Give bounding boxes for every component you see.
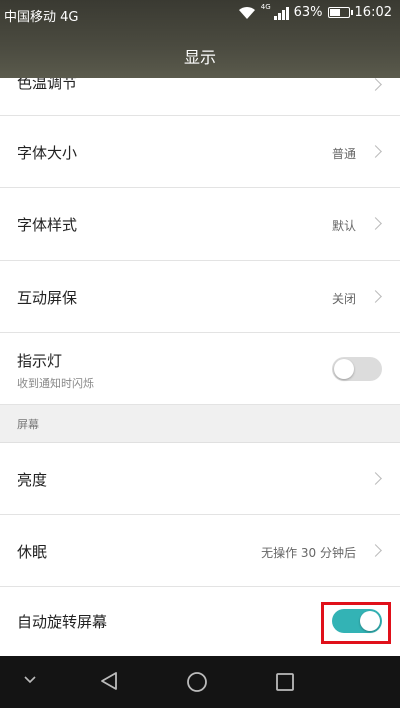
row-indicator-light[interactable]: 指示灯 收到通知时闪烁 (0, 333, 400, 405)
wifi-icon (238, 6, 255, 19)
row-label: 亮度 (17, 471, 48, 489)
chevron-right-icon (369, 78, 382, 91)
row-value: 默认 (331, 219, 356, 233)
row-label: 字体大小 (17, 144, 78, 162)
row-sublabel: 收到通知时闪烁 (17, 377, 94, 390)
row-value: 无操作 30 分钟后 (261, 546, 356, 560)
status-indicators: 4G 63% 16:02 (238, 2, 392, 20)
row-value: 普通 (331, 147, 356, 161)
battery-fill (329, 9, 341, 16)
clock: 16:02 (354, 5, 392, 20)
carrier-label: 中国移动 4G (4, 10, 79, 25)
chevron-right-icon (369, 472, 382, 485)
row-label: 色温调节 (17, 78, 78, 92)
battery-percent: 63% (293, 5, 323, 20)
row-sleep[interactable]: 休眠 无操作 30 分钟后 (0, 515, 400, 587)
indicator-light-toggle[interactable] (332, 357, 382, 381)
navigation-bar (0, 656, 400, 708)
row-font-size[interactable]: 字体大小 普通 (0, 116, 400, 188)
row-auto-rotate[interactable]: 自动旋转屏幕 (0, 587, 400, 656)
chevron-right-icon (369, 145, 382, 158)
battery-icon (327, 7, 353, 18)
recents-icon[interactable] (274, 671, 296, 693)
page-title: 显示 (183, 48, 216, 67)
section-header-screen: 屏幕 (0, 405, 400, 443)
back-icon[interactable] (98, 670, 120, 692)
row-label: 互动屏保 (17, 289, 78, 307)
row-label: 字体样式 (17, 216, 78, 234)
row-font-style[interactable]: 字体样式 默认 (0, 188, 400, 261)
section-label: 屏幕 (17, 418, 39, 431)
row-interactive-screensaver[interactable]: 互动屏保 关闭 (0, 261, 400, 333)
row-label: 休眠 (17, 543, 48, 561)
chevron-right-icon (369, 290, 382, 303)
app-header: 中国移动 4G 4G 63% 16:02 显示 (0, 0, 400, 78)
highlight-box (321, 602, 391, 644)
toggle-knob (334, 359, 354, 379)
home-icon[interactable] (185, 670, 209, 694)
signal-type-label: 4G (260, 2, 271, 11)
signal-icon (273, 6, 289, 20)
row-brightness[interactable]: 亮度 (0, 443, 400, 515)
chevron-right-icon (369, 544, 382, 557)
row-value: 关闭 (331, 292, 356, 306)
collapse-icon[interactable] (22, 674, 38, 686)
status-bar: 中国移动 4G 4G 63% 16:02 (0, 0, 400, 28)
row-label: 自动旋转屏幕 (17, 613, 108, 631)
screen: 中国移动 4G 4G 63% 16:02 显示 色温调节 字体大小 普通 字体样… (0, 0, 400, 708)
chevron-right-icon (369, 217, 382, 230)
settings-list: 色温调节 字体大小 普通 字体样式 默认 互动屏保 关闭 指示灯 收到通知时闪烁 (0, 78, 400, 656)
row-color-temperature[interactable]: 色温调节 (0, 78, 400, 116)
row-label: 指示灯 (17, 352, 63, 370)
